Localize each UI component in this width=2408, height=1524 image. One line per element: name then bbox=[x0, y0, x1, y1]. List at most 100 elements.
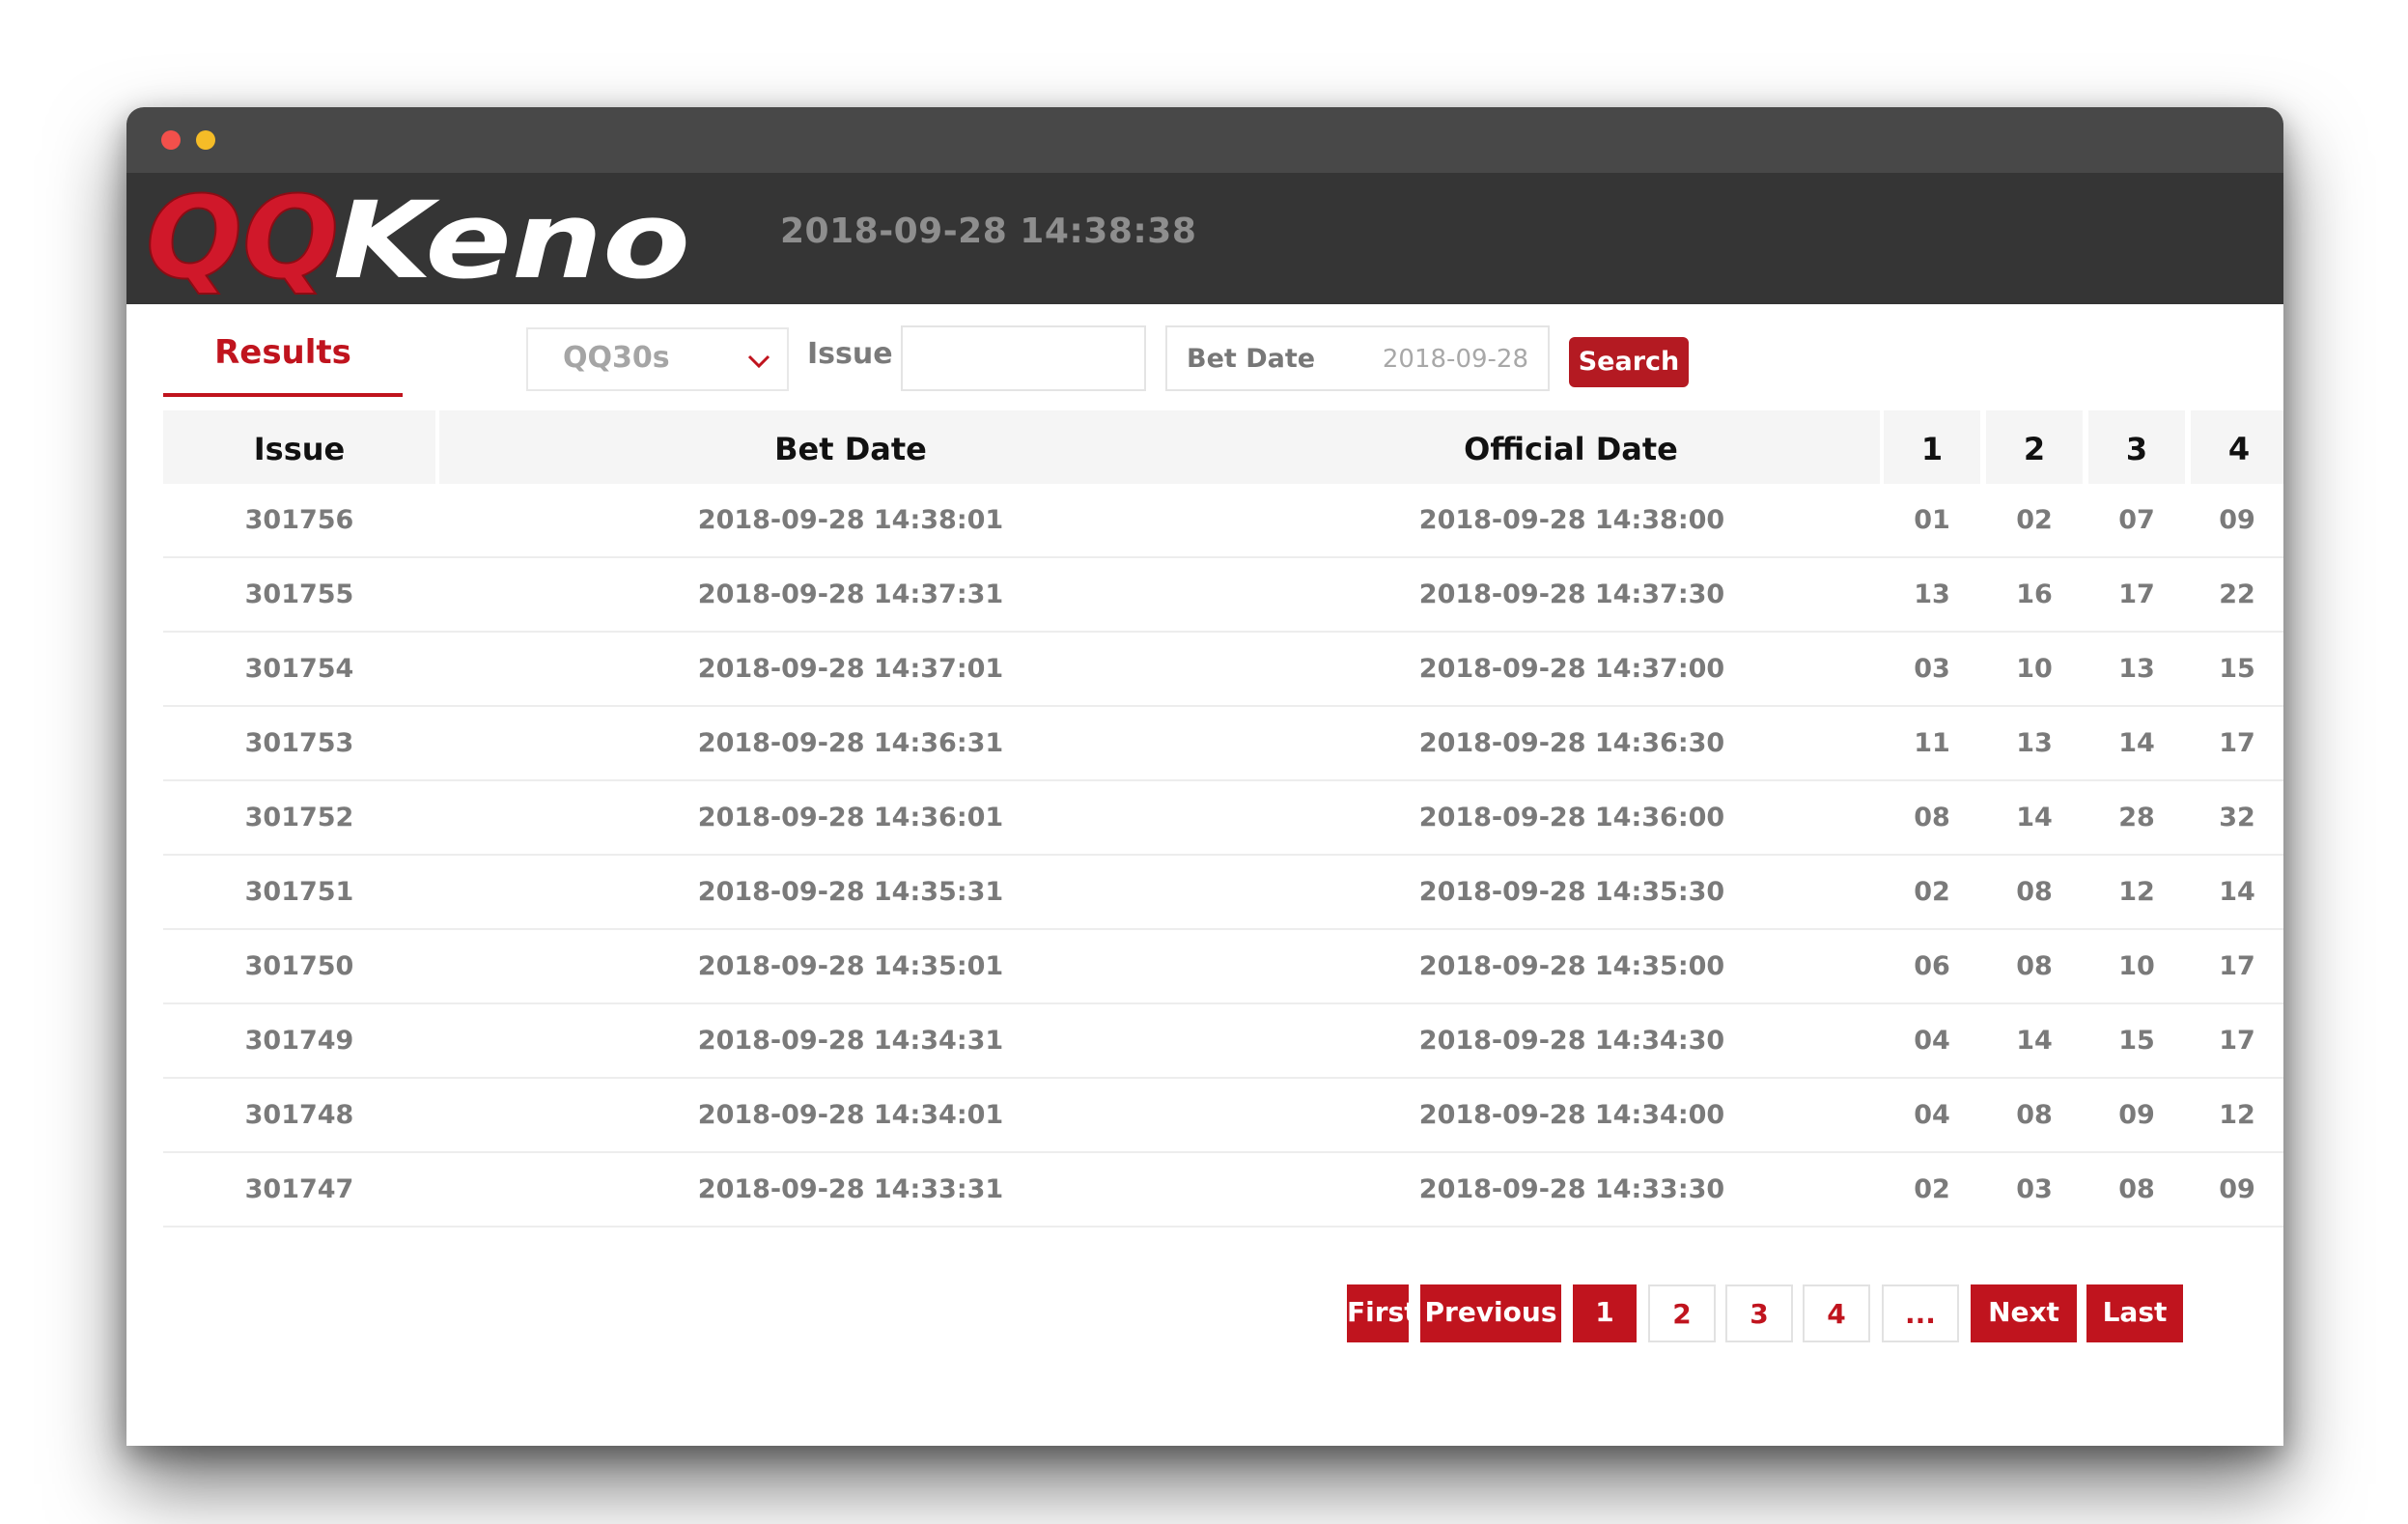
server-clock: 2018-09-28 14:38:38 bbox=[780, 212, 1197, 251]
qqkeno-logo[interactable]: QQ Keno bbox=[140, 170, 700, 305]
cell-number: 10 bbox=[2016, 654, 2053, 684]
search-button[interactable]: Search bbox=[1569, 337, 1689, 387]
cell-bet-date: 2018-09-28 14:36:31 bbox=[697, 728, 1004, 758]
cell-number: 09 bbox=[2118, 1100, 2155, 1130]
cell-number: 17 bbox=[2219, 951, 2255, 981]
cell-issue: 301750 bbox=[244, 951, 354, 981]
table-row: 301756 2018-09-28 14:38:01 2018-09-28 14:3… bbox=[163, 484, 2283, 558]
site-header: QQ Keno 2018-09-28 14:38:38 bbox=[126, 170, 2283, 305]
last-page-button[interactable]: Last bbox=[2086, 1284, 2183, 1342]
cell-number: 14 bbox=[2219, 877, 2255, 907]
table-row: 301753 2018-09-28 14:36:31 2018-09-28 14:3… bbox=[163, 707, 2283, 781]
first-page-button[interactable]: First bbox=[1347, 1284, 1417, 1342]
col-header-4: 4 bbox=[2191, 410, 2283, 484]
cell-official-date: 2018-09-28 14:34:30 bbox=[1418, 1026, 1725, 1056]
cell-number: 08 bbox=[2118, 1174, 2155, 1204]
cell-bet-date: 2018-09-28 14:35:01 bbox=[697, 951, 1004, 981]
browser-window: QQ Keno 2018-09-28 14:38:38 Results QQ30… bbox=[126, 107, 2283, 1446]
cell-issue: 301747 bbox=[244, 1174, 354, 1204]
cell-official-date: 2018-09-28 14:35:30 bbox=[1418, 877, 1725, 907]
minimize-window-button[interactable] bbox=[196, 130, 215, 150]
cell-number: 22 bbox=[2219, 579, 2255, 609]
cell-official-date: 2018-09-28 14:36:30 bbox=[1418, 728, 1725, 758]
col-header-3: 3 bbox=[2088, 410, 2185, 484]
cell-number: 01 bbox=[1914, 505, 1950, 535]
table-row: 301755 2018-09-28 14:37:31 2018-09-28 14:3… bbox=[163, 558, 2283, 633]
cell-issue: 301752 bbox=[244, 803, 354, 833]
cell-number: 03 bbox=[2016, 1174, 2053, 1204]
cell-number: 07 bbox=[2118, 505, 2155, 535]
cell-number: 09 bbox=[2219, 505, 2255, 535]
cell-official-date: 2018-09-28 14:36:00 bbox=[1418, 803, 1725, 833]
col-header-bet-date: Bet Date bbox=[439, 410, 1262, 484]
page-button-4[interactable]: 4 bbox=[1803, 1284, 1870, 1342]
cell-number: 13 bbox=[1914, 579, 1950, 609]
table-row: 301749 2018-09-28 14:34:31 2018-09-28 14:3… bbox=[163, 1004, 2283, 1079]
cell-official-date: 2018-09-28 14:37:30 bbox=[1418, 579, 1725, 609]
game-select[interactable]: QQ30s bbox=[526, 327, 789, 391]
cell-number: 16 bbox=[2016, 579, 2053, 609]
bet-date-label: Bet Date bbox=[1187, 344, 1316, 374]
cell-issue: 301753 bbox=[244, 728, 354, 758]
page-button-1[interactable]: 1 bbox=[1573, 1284, 1637, 1342]
cell-issue: 301749 bbox=[244, 1026, 354, 1056]
tab-results[interactable]: Results bbox=[163, 304, 403, 397]
cell-bet-date: 2018-09-28 14:37:01 bbox=[697, 654, 1004, 684]
table-row: 301750 2018-09-28 14:35:01 2018-09-28 14:3… bbox=[163, 930, 2283, 1004]
cell-bet-date: 2018-09-28 14:38:01 bbox=[697, 505, 1004, 535]
cell-number: 13 bbox=[2118, 654, 2155, 684]
cell-number: 02 bbox=[1914, 877, 1950, 907]
cell-number: 08 bbox=[2016, 877, 2053, 907]
cell-number: 02 bbox=[1914, 1174, 1950, 1204]
cell-bet-date: 2018-09-28 14:37:31 bbox=[697, 579, 1004, 609]
page-ellipsis-button[interactable]: ... bbox=[1882, 1284, 1959, 1342]
cell-issue: 301751 bbox=[244, 877, 354, 907]
pagination: First Previous 1 2 3 4 ... Next Last bbox=[126, 1284, 2283, 1342]
cell-number: 02 bbox=[2016, 505, 2053, 535]
cell-number: 12 bbox=[2118, 877, 2155, 907]
table-body: 301756 2018-09-28 14:38:01 2018-09-28 14:3… bbox=[163, 484, 2283, 1228]
col-header-issue: Issue bbox=[163, 410, 435, 484]
issue-input[interactable] bbox=[901, 325, 1146, 391]
cell-number: 17 bbox=[2219, 728, 2255, 758]
cell-number: 13 bbox=[2016, 728, 2053, 758]
cell-number: 08 bbox=[1914, 803, 1950, 833]
cell-official-date: 2018-09-28 14:33:30 bbox=[1418, 1174, 1725, 1204]
cell-issue: 301755 bbox=[244, 579, 354, 609]
cell-issue: 301756 bbox=[244, 505, 354, 535]
chevron-down-icon bbox=[747, 354, 770, 369]
cell-number: 08 bbox=[2016, 951, 2053, 981]
screen: QQ Keno 2018-09-28 14:38:38 Results QQ30… bbox=[0, 0, 2408, 1524]
col-header-official-date: Official Date bbox=[1262, 410, 1880, 484]
cell-issue: 301754 bbox=[244, 654, 354, 684]
cell-number: 03 bbox=[1914, 654, 1950, 684]
close-window-button[interactable] bbox=[161, 130, 181, 150]
cell-number: 06 bbox=[1914, 951, 1950, 981]
cell-number: 17 bbox=[2118, 579, 2155, 609]
table-row: 301748 2018-09-28 14:34:01 2018-09-28 14:3… bbox=[163, 1079, 2283, 1153]
cell-number: 09 bbox=[2219, 1174, 2255, 1204]
cell-number: 32 bbox=[2219, 803, 2255, 833]
previous-page-button[interactable]: Previous bbox=[1420, 1284, 1561, 1342]
cell-number: 15 bbox=[2118, 1026, 2155, 1056]
cell-issue: 301748 bbox=[244, 1100, 354, 1130]
table-row: 301747 2018-09-28 14:33:31 2018-09-28 14:3… bbox=[163, 1153, 2283, 1228]
logo-keno: Keno bbox=[333, 183, 690, 298]
cell-number: 14 bbox=[2016, 803, 2053, 833]
cell-number: 28 bbox=[2118, 803, 2155, 833]
cell-official-date: 2018-09-28 14:35:00 bbox=[1418, 951, 1725, 981]
page-button-2[interactable]: 2 bbox=[1648, 1284, 1716, 1342]
results-table: Issue Bet Date Official Date 1 2 3 4 301756 201… bbox=[163, 410, 2283, 1228]
bet-date-value: 2018-09-28 bbox=[1382, 345, 1528, 374]
next-page-button[interactable]: Next bbox=[1971, 1284, 2077, 1342]
cell-bet-date: 2018-09-28 14:34:31 bbox=[697, 1026, 1004, 1056]
cell-number: 14 bbox=[2016, 1026, 2053, 1056]
cell-number: 04 bbox=[1914, 1026, 1950, 1056]
table-row: 301752 2018-09-28 14:36:01 2018-09-28 14:3… bbox=[163, 781, 2283, 856]
bet-date-field[interactable]: Bet Date 2018-09-28 bbox=[1165, 325, 1550, 391]
cell-number: 17 bbox=[2219, 1026, 2255, 1056]
cell-number: 11 bbox=[1914, 728, 1950, 758]
table-row: 301754 2018-09-28 14:37:01 2018-09-28 14:3… bbox=[163, 633, 2283, 707]
page-button-3[interactable]: 3 bbox=[1725, 1284, 1793, 1342]
cell-number: 10 bbox=[2118, 951, 2155, 981]
